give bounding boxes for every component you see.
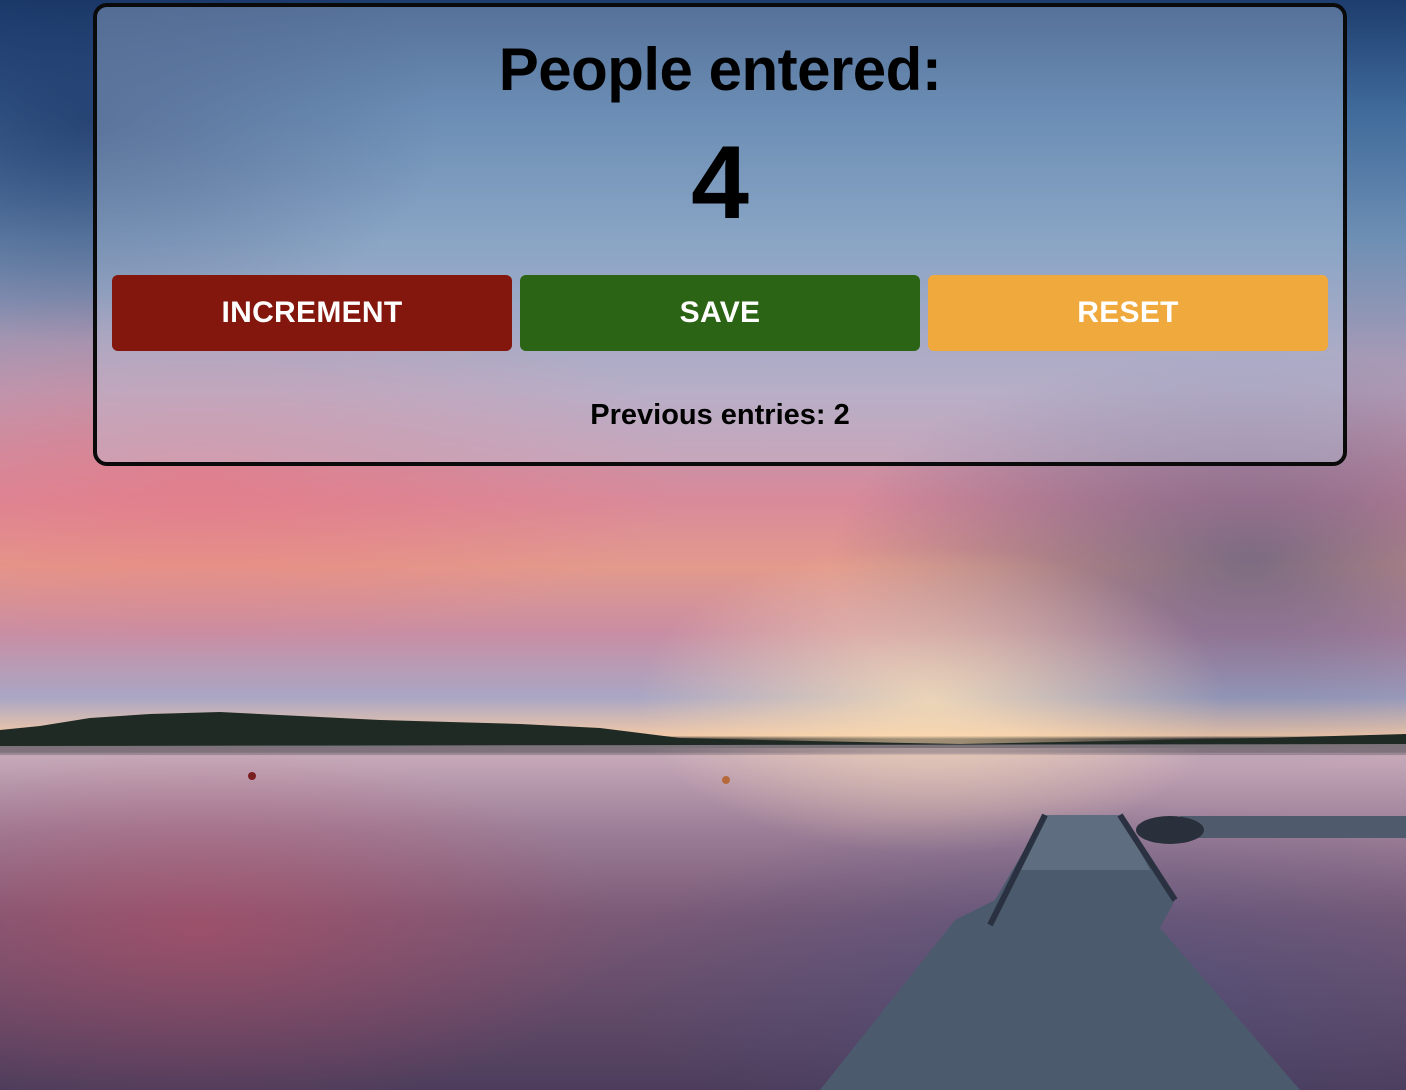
count-display: 4 — [691, 125, 749, 241]
save-button[interactable]: SAVE — [520, 275, 920, 351]
increment-button[interactable]: INCREMENT — [112, 275, 512, 351]
counter-title: People entered: — [498, 36, 942, 103]
button-row: INCREMENT SAVE RESET — [112, 275, 1328, 351]
reset-button[interactable]: RESET — [928, 275, 1328, 351]
counter-card: People entered: 4 INCREMENT SAVE RESET P… — [93, 3, 1347, 466]
previous-entries-text: Previous entries: 2 — [590, 399, 850, 431]
